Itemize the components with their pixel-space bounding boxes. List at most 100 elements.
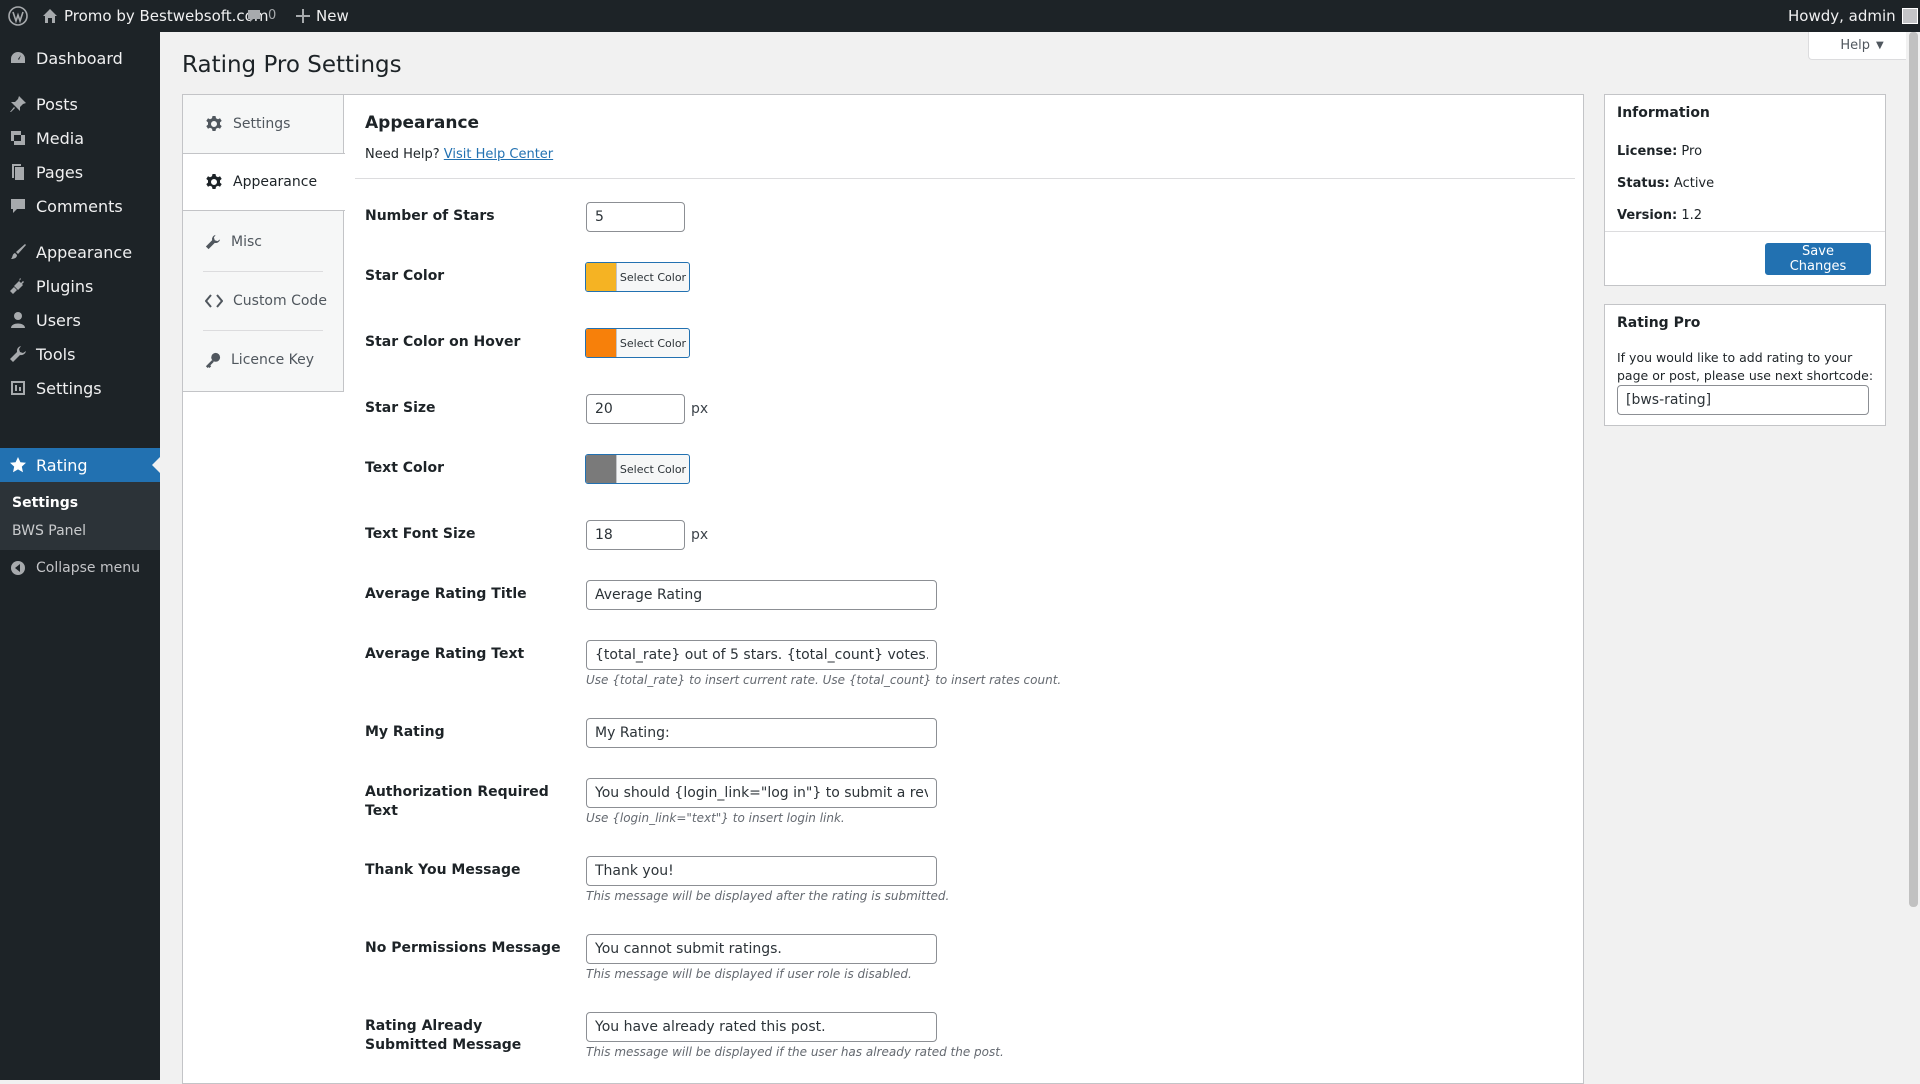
select-color-label: Select Color [619,336,687,350]
field-label: Number of Stars [365,208,495,224]
menu-item-settings[interactable]: Settings [0,371,160,405]
pages-icon [0,163,36,181]
shortcode-instructions: If you would like to add rating to your … [1617,350,1874,383]
status-value: Active [1673,176,1715,191]
need-help-label: Need Help? [365,147,440,162]
information-box: Information License: Pro Status: Active … [1604,94,1886,286]
no-permissions-message-input[interactable] [586,934,937,964]
menu-item-comments[interactable]: Comments [0,189,160,223]
divider [1605,231,1885,232]
unit-label: px [691,527,709,543]
submenu-item-settings[interactable]: Settings [12,495,78,511]
star-hover-color-picker[interactable]: Select Color [585,328,690,358]
version-label: Version: [1617,208,1678,223]
help-center-link[interactable]: Visit Help Center [444,147,553,162]
menu-item-plugins[interactable]: Plugins [0,269,160,303]
status-label: Status: [1617,176,1670,191]
number-of-stars-input[interactable] [586,202,685,232]
new-content-link[interactable]: New [296,0,349,32]
menu-label: Users [36,310,81,330]
field-label: Average Rating Title [365,586,527,602]
field-description: Use {total_rate} to insert current rate.… [586,673,1062,687]
menu-label: Comments [36,196,123,216]
menu-item-media[interactable]: Media [0,121,160,155]
tab-label: Settings [233,116,291,132]
field-label: No Permissions Message [365,940,561,956]
field-label: Thank You Message [365,862,521,878]
wrench-icon [0,345,36,363]
field-description: This message will be displayed if the us… [586,1045,1004,1059]
menu-item-users[interactable]: Users [0,303,160,337]
shortcode-field[interactable] [1617,385,1869,415]
settings-panel: Settings Appearance Misc Custom Code Lic… [182,94,1584,1084]
field-label: Rating Already Submitted Message [365,1018,522,1053]
page-scrollbar[interactable] [1906,32,1920,1080]
howdy-text: Howdy, admin [1788,7,1896,25]
menu-label: Rating [36,455,88,475]
tab-settings[interactable]: Settings [183,95,344,153]
text-font-size-input[interactable] [586,520,685,550]
average-rating-text-input[interactable] [586,640,937,670]
color-swatch [586,455,617,483]
plug-icon [0,277,36,295]
menu-item-dashboard[interactable]: Dashboard [0,41,160,75]
star-size-input[interactable] [586,394,685,424]
site-name-link[interactable]: Promo by Bestwebsoft.com [42,0,268,32]
site-name: Promo by Bestwebsoft.com [64,7,269,25]
field-label: Star Size [365,400,436,416]
menu-item-rating[interactable]: Rating [0,448,160,482]
gear-icon [206,174,222,189]
field-description: This message will be displayed if user r… [586,967,912,981]
settings-tabs: Settings Appearance Misc Custom Code Lic… [183,95,345,392]
license-label: License: [1617,144,1678,159]
menu-item-pages[interactable]: Pages [0,155,160,189]
menu-label: Settings [36,378,102,398]
field-label: Star Color on Hover [365,334,521,350]
star-color-picker[interactable]: Select Color [585,262,690,292]
tab-misc[interactable]: Misc [183,213,344,271]
key-icon [205,352,221,368]
field-label: Text Color [365,460,444,476]
collapse-menu-button[interactable]: Collapse menu [0,551,160,585]
text-color-picker[interactable]: Select Color [585,454,690,484]
rating-pro-title: Rating Pro [1617,315,1701,331]
menu-label: Dashboard [36,48,123,68]
tab-appearance[interactable]: Appearance [183,153,345,211]
field-description: Use {login_link="text"} to insert login … [586,811,845,825]
menu-item-appearance[interactable]: Appearance [0,235,160,269]
menu-label: Pages [36,162,84,182]
tab-licence-key[interactable]: Licence Key [183,331,344,389]
menu-item-posts[interactable]: Posts [0,87,160,121]
home-icon [43,9,57,23]
unit-label: px [691,401,709,417]
field-description: This message will be displayed after the… [586,889,950,903]
tab-label: Appearance [233,174,318,190]
star-icon [0,456,36,474]
authorization-text-input[interactable] [586,778,937,808]
field-label: Star Color [365,268,445,284]
collapse-label: Collapse menu [36,560,140,576]
tab-label: Misc [231,234,262,250]
already-submitted-message-input[interactable] [586,1012,937,1042]
scrollbar-thumb[interactable] [1909,32,1918,907]
menu-item-tools[interactable]: Tools [0,337,160,371]
my-rating-input[interactable] [586,718,937,748]
information-title: Information [1617,105,1710,121]
comments-link[interactable]: 0 [246,0,276,32]
version-value: 1.2 [1681,208,1702,223]
rating-submenu: Settings BWS Panel [0,482,160,550]
tab-label: Custom Code [233,293,327,309]
wordpress-logo-icon[interactable] [8,0,28,32]
code-icon [205,294,223,308]
select-color-label: Select Color [619,270,687,284]
average-rating-title-input[interactable] [586,580,937,610]
thank-you-message-input[interactable] [586,856,937,886]
help-tab-button[interactable]: Help ▼ [1808,32,1916,60]
divider [355,178,1575,179]
save-changes-button[interactable]: Save Changes [1765,243,1871,275]
collapse-icon [0,560,36,576]
field-label: Text Font Size [365,526,476,542]
my-account-link[interactable]: Howdy, admin [1788,0,1918,32]
submenu-item-bws-panel[interactable]: BWS Panel [12,523,86,539]
tab-custom-code[interactable]: Custom Code [183,272,344,330]
